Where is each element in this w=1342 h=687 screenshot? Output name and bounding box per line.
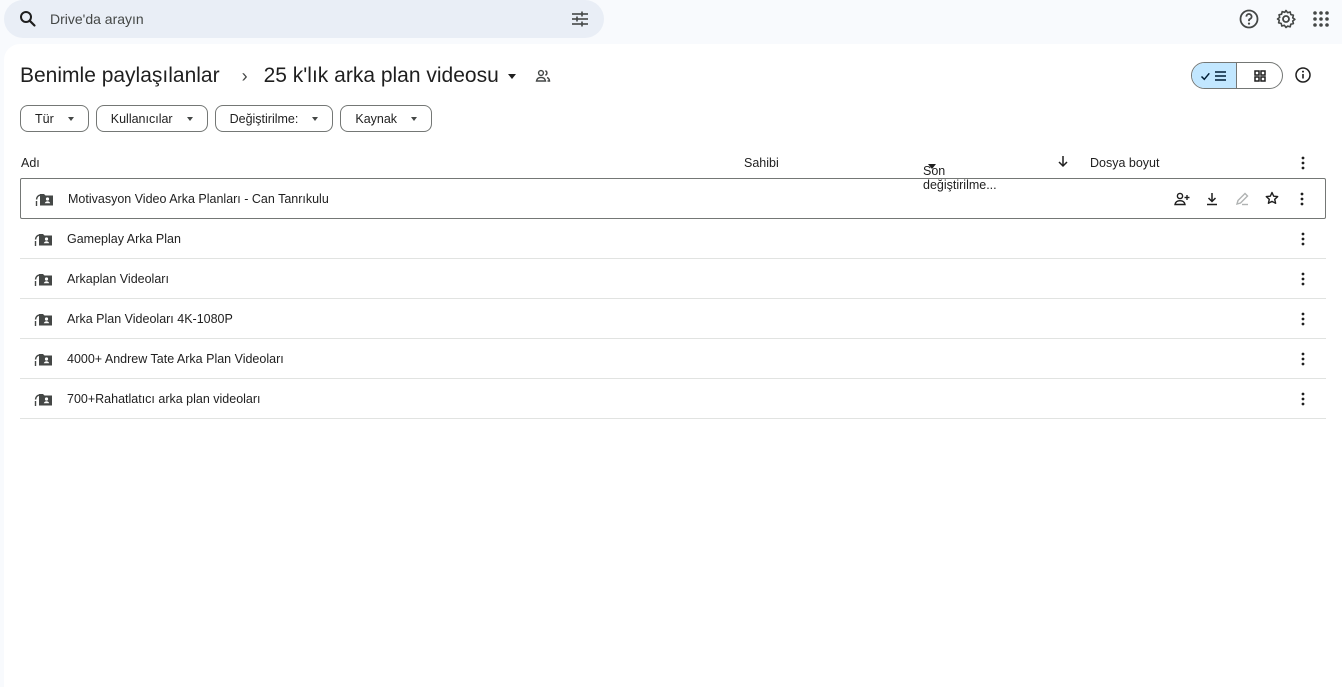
list-view-icon (1200, 69, 1228, 83)
more-vert-icon[interactable] (1294, 230, 1312, 248)
file-name[interactable]: 700+Rahatlatıcı arka plan videoları (67, 392, 261, 406)
table-row[interactable]: 700+Rahatlatıcı arka plan videoları (20, 379, 1326, 419)
breadcrumb-root[interactable]: Benimle paylaşılanlar (20, 64, 220, 88)
breadcrumb: Benimle paylaşılanlar › 25 k'lık arka pl… (20, 62, 552, 90)
shared-folder-icon (34, 270, 54, 288)
top-bar: Drive'da arayın (0, 0, 1342, 44)
grid-view-icon (1253, 69, 1266, 82)
view-toggle (1191, 62, 1283, 89)
filter-type-label: Tür (35, 111, 54, 126)
filter-people-label: Kullanıcılar (110, 111, 173, 126)
chevron-down-icon (186, 116, 193, 121)
share-user-icon[interactable] (1173, 189, 1191, 209)
list-view-button[interactable] (1192, 63, 1238, 88)
breadcrumb-current-folder[interactable]: 25 k'lık arka plan videosu (264, 64, 516, 88)
chevron-down-icon (312, 116, 319, 121)
shared-folder-icon (34, 230, 54, 248)
row-actions (1173, 189, 1281, 209)
shared-folder-icon (34, 310, 54, 328)
grid-view-button[interactable] (1237, 63, 1282, 88)
star-icon[interactable] (1263, 189, 1281, 209)
sort-arrow-icon[interactable] (1056, 154, 1070, 168)
table-row[interactable]: Gameplay Arka Plan (20, 219, 1326, 259)
shared-folder-icon (34, 390, 54, 408)
table-row[interactable]: Arka Plan Videoları 4K-1080P (20, 299, 1326, 339)
more-vert-icon[interactable] (1294, 390, 1312, 408)
chevron-down-icon (411, 116, 418, 121)
table-header: Adı Sahibi Son değiştirilme... Dosya boy… (20, 148, 1326, 192)
more-vert-icon[interactable] (1294, 310, 1312, 328)
file-name[interactable]: 4000+ Andrew Tate Arka Plan Videoları (67, 352, 284, 366)
column-size[interactable]: Dosya boyut (1090, 156, 1159, 170)
file-name[interactable]: Arkaplan Videoları (67, 272, 169, 286)
filter-modified[interactable]: Değiştirilme: (214, 105, 334, 132)
search-input[interactable]: Drive'da arayın (50, 11, 144, 27)
filter-chips: Tür Kullanıcılar Değiştirilme: Kaynak (20, 105, 433, 132)
table-row[interactable]: Motivasyon Video Arka Planları - Can Tan… (20, 178, 1326, 219)
more-vert-icon[interactable] (1293, 190, 1311, 208)
shared-people-icon[interactable] (534, 67, 552, 85)
filter-type[interactable]: Tür (20, 105, 89, 132)
shared-folder-icon (35, 190, 55, 208)
breadcrumb-separator: › (241, 65, 248, 86)
current-folder-title: 25 k'lık arka plan videosu (263, 64, 499, 87)
apps-grid-icon[interactable] (1310, 8, 1332, 30)
more-vert-icon[interactable] (1294, 350, 1312, 368)
filter-source-label: Kaynak (355, 111, 398, 126)
settings-icon[interactable] (1275, 8, 1297, 30)
more-vert-icon[interactable] (1294, 270, 1312, 288)
file-name[interactable]: Arka Plan Videoları 4K-1080P (67, 312, 233, 326)
column-owner[interactable]: Sahibi (744, 156, 779, 170)
chevron-down-icon (928, 164, 936, 169)
more-vert-icon[interactable] (1296, 155, 1310, 171)
download-icon[interactable] (1203, 189, 1221, 209)
rename-icon[interactable] (1233, 189, 1251, 209)
info-icon[interactable] (1294, 66, 1312, 84)
table-row[interactable]: 4000+ Andrew Tate Arka Plan Videoları (20, 339, 1326, 379)
file-name[interactable]: Motivasyon Video Arka Planları - Can Tan… (68, 192, 329, 206)
filter-source[interactable]: Kaynak (340, 105, 433, 132)
file-name[interactable]: Gameplay Arka Plan (67, 232, 181, 246)
search-icon[interactable] (18, 9, 38, 29)
chevron-down-icon (67, 116, 74, 121)
filter-people[interactable]: Kullanıcılar (95, 105, 208, 132)
filter-options-icon[interactable] (570, 9, 590, 29)
file-list: Motivasyon Video Arka Planları - Can Tan… (20, 178, 1326, 419)
search-bar[interactable]: Drive'da arayın (4, 0, 604, 38)
column-name[interactable]: Adı (21, 156, 40, 170)
main-panel: Benimle paylaşılanlar › 25 k'lık arka pl… (4, 44, 1342, 687)
chevron-down-icon (507, 73, 516, 79)
filter-modified-label: Değiştirilme: (229, 111, 299, 126)
shared-folder-icon (34, 350, 54, 368)
table-row[interactable]: Arkaplan Videoları (20, 259, 1326, 299)
help-icon[interactable] (1238, 8, 1260, 30)
